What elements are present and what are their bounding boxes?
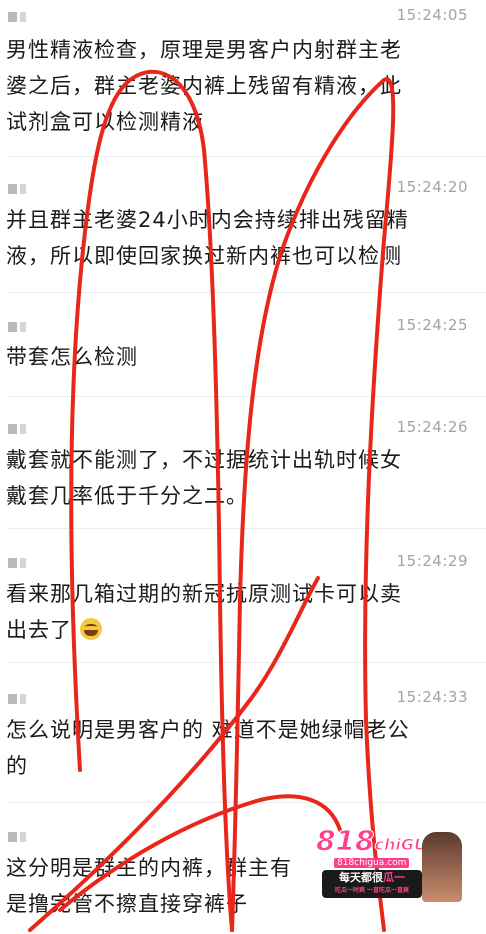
watermark-url: 818chigua.com bbox=[334, 858, 410, 868]
message-line: 戴套几率低于千分之二。 bbox=[6, 484, 248, 508]
message-line: 并且群主老婆24小时内会持续排出残留精 bbox=[6, 208, 409, 232]
message-time: 15:24:33 bbox=[396, 688, 468, 706]
divider bbox=[8, 802, 486, 803]
avatar[interactable] bbox=[8, 184, 34, 194]
divider bbox=[8, 396, 486, 397]
message-line: 液，所以即使回家换过新内裤也可以检测 bbox=[6, 244, 402, 268]
divider bbox=[8, 528, 486, 529]
message-line: 出去了 bbox=[6, 612, 476, 648]
message-text: 男性精液检查，原理是男客户内射群主老 婆之后，群主老婆内裤上残留有精液，此 试剂… bbox=[6, 32, 476, 140]
message-line: 带套怎么检测 bbox=[6, 345, 138, 369]
message-text: 戴套就不能测了，不过据统计出轨时候女 戴套几率低于千分之二。 bbox=[6, 442, 476, 514]
message-line: 看来那几箱过期的新冠抗原测试卡可以卖 bbox=[6, 582, 402, 606]
message-line: 试剂盒可以检测精液 bbox=[6, 110, 204, 134]
message-time: 15:24:26 bbox=[396, 418, 468, 436]
message-line: 戴套就不能测了，不过据统计出轨时候女 bbox=[6, 448, 402, 472]
avatar[interactable] bbox=[8, 424, 34, 434]
message-line: 婆之后，群主老婆内裤上残留有精液，此 bbox=[6, 74, 402, 98]
message-time: 15:24:29 bbox=[396, 552, 468, 570]
avatar[interactable] bbox=[8, 694, 34, 704]
avatar[interactable] bbox=[8, 832, 34, 842]
avatar[interactable] bbox=[8, 558, 34, 568]
message-text: 看来那几箱过期的新冠抗原测试卡可以卖 出去了 bbox=[6, 576, 476, 648]
divider bbox=[8, 156, 486, 157]
message-line: 的 bbox=[6, 754, 28, 778]
divider bbox=[8, 662, 486, 663]
watermark-slogan: 每天都很瓜一 吃瓜一时爽 一直吃瓜一直爽 bbox=[322, 870, 422, 898]
message-time: 15:24:25 bbox=[396, 316, 468, 334]
message-text: 并且群主老婆24小时内会持续排出残留精 液，所以即使回家换过新内裤也可以检测 bbox=[6, 202, 476, 274]
site-watermark: 818chiGUA 818chigua.com 每天都很瓜一 吃瓜一时爽 一直吃… bbox=[314, 818, 464, 910]
message-line: 怎么说明是男客户的 难道不是她绿帽老公 bbox=[6, 718, 410, 742]
watermark-mascot-image bbox=[422, 832, 462, 902]
avatar[interactable] bbox=[8, 12, 34, 22]
divider bbox=[8, 292, 486, 293]
watermark-logo: 818chiGUA bbox=[315, 824, 439, 858]
message-text: 带套怎么检测 bbox=[6, 339, 476, 375]
message-time: 15:24:05 bbox=[396, 6, 468, 24]
message-text: 怎么说明是男客户的 难道不是她绿帽老公 的 bbox=[6, 712, 476, 784]
message-line: 男性精液检查，原理是男客户内射群主老 bbox=[6, 38, 402, 62]
laughing-crying-emoji bbox=[79, 618, 102, 640]
avatar[interactable] bbox=[8, 322, 34, 332]
message-time: 15:24:20 bbox=[396, 178, 468, 196]
